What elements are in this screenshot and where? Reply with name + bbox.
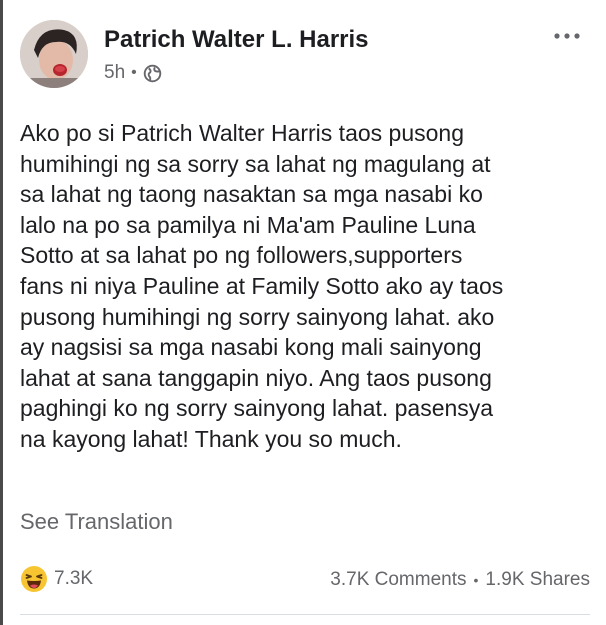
divider [20,614,590,615]
post-body-line: ay nagsisi sa mga nasabi kong mali sainy… [20,334,482,361]
post-meta: 5h • [104,62,162,84]
comments-count-link[interactable]: 3.7K Comments [330,569,466,591]
meta-separator: • [131,64,137,81]
avatar[interactable] [20,20,88,88]
post-timestamp[interactable]: 5h [104,62,125,84]
see-translation-link[interactable]: See Translation [20,509,173,535]
post-author-name[interactable]: Patrich Walter L. Harris [104,26,369,54]
reactions-summary[interactable]: 7.3K [20,565,93,593]
stats-separator: • [473,572,479,588]
post-body-line: Ako po si Patrich Walter Harris taos pus… [20,120,464,146]
post-body-line: pusong humihingi ng sorry sainyong lahat… [20,303,495,330]
reaction-count: 7.3K [54,568,94,589]
post-body-line: paghingi ko ng sorry sainyong lahat. pas… [20,395,494,422]
post-body-line: na kayong lahat! Thank you so much. [20,425,402,452]
shares-count-link[interactable]: 1.9K Shares [485,569,590,591]
post-body-line: lalo na po sa pamilya ni Ma'am Pauline L… [20,211,476,238]
post-body-line: humihingi ng sa sorry sa lahat ng magula… [20,150,491,177]
more-options-icon[interactable] [552,28,582,44]
post-body-line: Sotto at sa lahat po ng followers,suppor… [20,242,463,269]
haha-reaction-icon [21,566,47,592]
globe-icon [143,64,162,83]
facebook-post: Patrich Walter L. Harris 5h • Ako po si … [0,0,606,625]
post-body-line: fans ni niya Pauline at Family Sotto ako… [20,272,504,299]
post-header: Patrich Walter L. Harris 5h • [20,20,590,94]
post-body-line: sa lahat ng taong nasaktan sa mga nasabi… [20,181,483,208]
post-body-line: lahat at sana tanggapin niyo. Ang taos p… [20,364,492,391]
engagement-stats: 3.7K Comments • 1.9K Shares [330,569,590,591]
post-stats-bar: 7.3K 3.7K Comments • 1.9K Shares [20,565,590,597]
post-body: Ako po si Patrich Walter Harris taos pus… [20,118,590,455]
